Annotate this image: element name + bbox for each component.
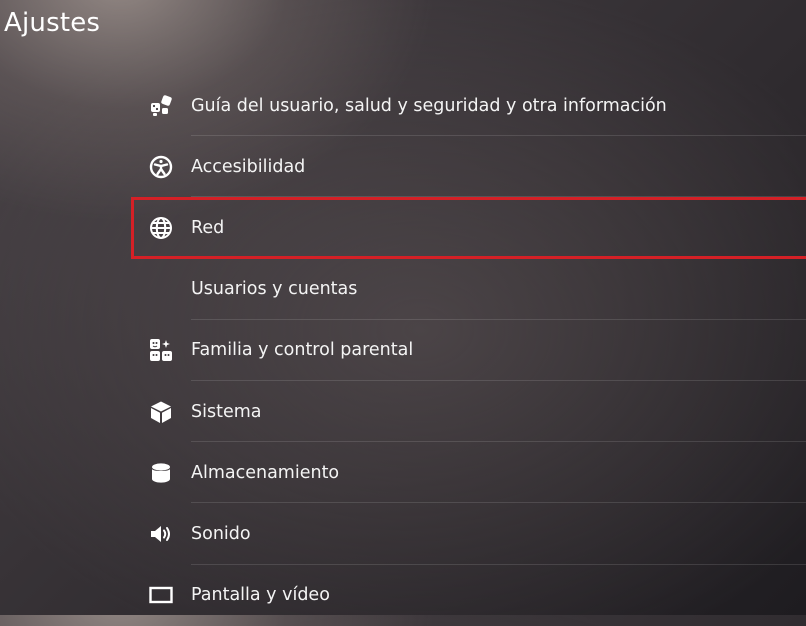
menu-item-label: Almacenamiento	[191, 462, 340, 483]
accessibility-icon	[148, 154, 174, 180]
display-icon	[148, 582, 174, 608]
menu-item-display-video[interactable]: Pantalla y vídeo	[131, 565, 806, 626]
menu-item-sound[interactable]: Sonido	[131, 503, 806, 565]
menu-item-family[interactable]: Familia y control parental	[131, 320, 806, 382]
storage-icon	[148, 460, 174, 486]
cube-icon	[148, 399, 174, 425]
menu-item-label: Pantalla y vídeo	[191, 585, 330, 606]
menu-item-label: Accesibilidad	[191, 156, 306, 177]
settings-menu: Guía del usuario, salud y seguridad y ot…	[131, 75, 806, 626]
menu-item-storage[interactable]: Almacenamiento	[131, 442, 806, 504]
menu-item-accessibility[interactable]: Accesibilidad	[131, 136, 806, 198]
menu-item-label: Red	[191, 217, 225, 238]
page-title: Ajustes	[4, 8, 101, 38]
menu-item-system[interactable]: Sistema	[131, 381, 806, 443]
menu-item-label: Usuarios y cuentas	[191, 279, 358, 300]
menu-item-label: Guía del usuario, salud y seguridad y ot…	[191, 95, 667, 116]
user-guide-icon	[148, 93, 174, 119]
menu-item-user-guide[interactable]: Guía del usuario, salud y seguridad y ot…	[131, 75, 806, 137]
menu-item-network[interactable]: Red	[131, 197, 806, 259]
menu-item-label: Sistema	[191, 401, 262, 422]
globe-icon	[148, 215, 174, 241]
menu-item-label: Familia y control parental	[191, 340, 414, 361]
menu-item-label: Sonido	[191, 523, 251, 544]
family-icon	[148, 337, 174, 363]
speaker-icon	[148, 521, 174, 547]
menu-item-users-accounts[interactable]: Usuarios y cuentas	[131, 259, 806, 320]
